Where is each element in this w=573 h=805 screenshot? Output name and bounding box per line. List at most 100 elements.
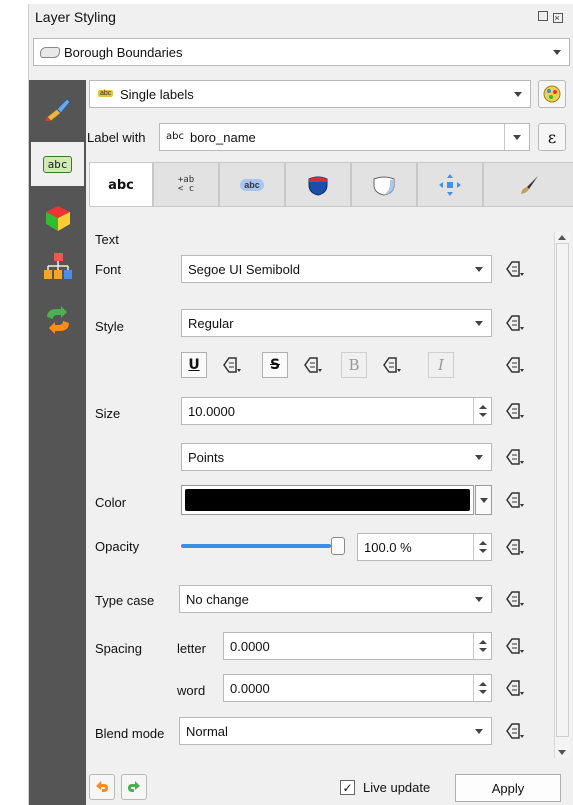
style-value: Regular — [188, 316, 234, 331]
scroll-up-icon[interactable] — [558, 235, 566, 240]
size-label: Size — [95, 406, 121, 421]
letter-spacing-input[interactable]: 0.0000 — [223, 632, 492, 660]
data-defined-icon — [383, 357, 401, 373]
data-defined-button[interactable] — [502, 536, 528, 558]
blend-mode-label: Blend mode — [95, 726, 165, 741]
data-defined-button[interactable] — [379, 354, 405, 376]
tab-background[interactable] — [285, 162, 351, 206]
data-defined-button[interactable] — [502, 720, 528, 742]
data-defined-icon — [304, 357, 322, 373]
sidebar-item-diagrams[interactable] — [31, 244, 84, 288]
layer-select-value: Borough Boundaries — [64, 45, 183, 60]
data-defined-icon — [506, 449, 524, 465]
style-label: Style — [95, 319, 124, 334]
data-defined-button[interactable] — [502, 312, 528, 334]
panel-title: Layer Styling — [35, 9, 116, 25]
data-defined-button[interactable] — [502, 635, 528, 657]
tab-placement[interactable] — [417, 162, 483, 206]
tab-shadow[interactable] — [351, 162, 417, 206]
undo-button[interactable] — [89, 774, 115, 800]
data-defined-button[interactable] — [502, 677, 528, 699]
scrollbar-thumb[interactable] — [556, 243, 569, 737]
layer-select[interactable]: Borough Boundaries — [33, 38, 570, 66]
chevron-down-icon — [475, 597, 483, 602]
strikeout-button[interactable]: S — [262, 352, 288, 378]
float-icon[interactable] — [538, 11, 548, 21]
opacity-slider-handle[interactable] — [331, 537, 345, 555]
size-input[interactable]: 10.0000 — [181, 397, 492, 425]
data-defined-button[interactable] — [502, 489, 528, 511]
undo-icon — [96, 781, 108, 792]
font-value: Segoe UI Semibold — [188, 262, 301, 277]
letter-spacing-stepper[interactable] — [473, 633, 491, 659]
sidebar-item-history[interactable] — [31, 298, 84, 342]
data-defined-button[interactable] — [502, 258, 528, 280]
blend-mode-value: Normal — [186, 724, 228, 739]
label-field-select[interactable]: abc boro_name — [159, 123, 530, 151]
tab-rendering[interactable] — [483, 162, 573, 206]
data-defined-icon — [506, 403, 524, 419]
opacity-label: Opacity — [95, 539, 140, 554]
data-defined-button[interactable] — [502, 400, 528, 422]
style-select[interactable]: Regular — [181, 309, 492, 337]
size-stepper[interactable] — [473, 398, 491, 424]
diagram-icon — [43, 253, 72, 279]
apply-button[interactable]: Apply — [455, 774, 561, 802]
data-defined-icon — [506, 539, 524, 555]
tab-formatting[interactable]: +ab < c — [153, 162, 219, 206]
data-defined-button[interactable] — [502, 588, 528, 610]
size-unit-select[interactable]: Points — [181, 443, 492, 471]
chevron-down-icon — [480, 498, 488, 503]
label-mode-select[interactable]: abc Single labels — [89, 80, 531, 108]
scroll-down-icon[interactable] — [558, 750, 566, 755]
label-tabs: abc +ab < c abc — [89, 162, 573, 207]
tab-text[interactable]: abc — [89, 162, 153, 207]
font-label: Font — [95, 262, 122, 277]
opacity-stepper[interactable] — [473, 534, 491, 560]
underline-icon: U — [188, 357, 200, 373]
chevron-down-icon — [475, 455, 483, 460]
apply-button-label: Apply — [491, 780, 525, 796]
redo-button[interactable] — [121, 774, 147, 800]
section-heading: Text — [95, 232, 119, 247]
sidebar-item-labels[interactable]: abc — [31, 142, 84, 186]
type-case-value: No change — [186, 592, 249, 607]
label-abc-icon: abc — [98, 90, 114, 97]
checkmark-icon: ✓ — [342, 780, 353, 795]
style-manager-button[interactable] — [538, 80, 566, 108]
blend-mode-select[interactable]: Normal — [179, 717, 492, 745]
data-defined-button[interactable] — [502, 354, 528, 376]
data-defined-button[interactable] — [219, 354, 245, 376]
label-with-label: Label with — [87, 130, 146, 145]
underline-button[interactable]: U — [181, 352, 207, 378]
type-case-select[interactable]: No change — [179, 585, 492, 613]
letter-spacing-label: letter — [177, 641, 206, 656]
settings-scrollbar[interactable] — [554, 232, 570, 758]
close-icon[interactable]: × — [553, 13, 564, 23]
data-defined-button[interactable] — [300, 354, 326, 376]
sidebar-item-3d-view[interactable] — [31, 196, 84, 240]
expression-button[interactable]: ε — [538, 123, 566, 151]
shield-icon — [308, 176, 328, 196]
formatting-icon: +ab < c — [177, 174, 195, 194]
data-defined-button[interactable] — [502, 446, 528, 468]
chevron-down-icon — [514, 92, 522, 97]
data-defined-icon — [506, 723, 524, 739]
color-button[interactable] — [181, 485, 474, 515]
sidebar-item-symbology[interactable] — [31, 88, 84, 132]
opacity-input[interactable]: 100.0 % — [357, 533, 492, 561]
strikeout-icon: S — [269, 357, 281, 373]
font-select[interactable]: Segoe UI Semibold — [181, 255, 492, 283]
word-spacing-input[interactable]: 0.0000 — [223, 674, 492, 702]
data-defined-icon — [506, 591, 524, 607]
live-update-label: Live update — [363, 780, 431, 795]
word-spacing-stepper[interactable] — [473, 675, 491, 701]
bold-button[interactable]: B — [341, 352, 367, 378]
live-update-checkbox[interactable]: ✓ — [340, 780, 355, 795]
opacity-slider[interactable] — [181, 537, 346, 555]
field-prefix: abc — [166, 131, 184, 142]
color-dropdown[interactable] — [475, 485, 492, 515]
italic-button[interactable]: I — [428, 352, 454, 378]
tab-buffer[interactable]: abc — [219, 162, 285, 206]
paint-palette-icon — [543, 85, 561, 103]
